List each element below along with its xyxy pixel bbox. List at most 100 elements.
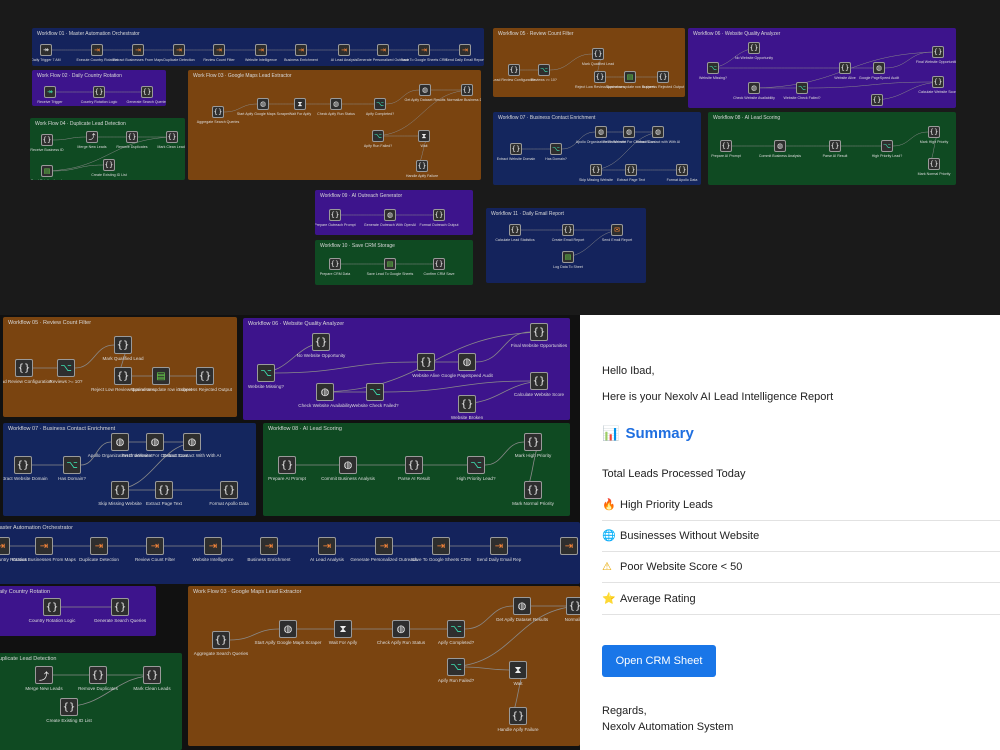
workflow-group[interactable]: Workflow 09 · AI Outreach Generator{} Pre… (315, 190, 473, 235)
workflow-group[interactable]: Workflow 07 · Business Contact Enrichmen… (3, 423, 256, 516)
globe-node-icon[interactable]: ◍ (748, 82, 760, 94)
code-node-icon[interactable]: {} (510, 143, 522, 155)
code-node-icon[interactable]: {} (278, 456, 296, 474)
code-node-icon[interactable]: {} (461, 84, 473, 96)
code-node-icon[interactable]: {} (509, 707, 527, 725)
code-node-icon[interactable]: {} (89, 666, 107, 684)
code-node-icon[interactable]: {} (562, 224, 574, 236)
wait-node-icon[interactable]: ⧗ (509, 661, 527, 679)
arrow-node-icon[interactable]: ⇥ (0, 537, 10, 555)
arrow-node-icon[interactable]: ⇥ (338, 44, 350, 56)
code-node-icon[interactable]: {} (93, 86, 105, 98)
branch-node-icon[interactable]: ⌥ (372, 130, 384, 142)
globe-node-icon[interactable]: ◍ (183, 433, 201, 451)
arrow-node-icon[interactable]: ⇥ (35, 537, 53, 555)
arrow-node-icon[interactable]: ⇥ (213, 44, 225, 56)
code-node-icon[interactable]: {} (312, 333, 330, 351)
workflow-group[interactable]: Workflow 06 · Website Quality Analyzer{}… (688, 28, 956, 108)
globe-node-icon[interactable]: ◍ (146, 433, 164, 451)
code-node-icon[interactable]: {} (329, 209, 341, 221)
globe-node-icon[interactable]: ◍ (330, 98, 342, 110)
arrow-node-icon[interactable]: ⇥ (260, 537, 278, 555)
arrow-node-icon[interactable]: ⇥ (204, 537, 222, 555)
globe-node-icon[interactable]: ◍ (652, 126, 664, 138)
arrow-node-icon[interactable]: ⇥ (91, 44, 103, 56)
code-node-icon[interactable]: {} (829, 140, 841, 152)
code-node-icon[interactable]: {} (220, 481, 238, 499)
arrow-node-icon[interactable]: ⇥ (418, 44, 430, 56)
globe-node-icon[interactable]: ◍ (774, 140, 786, 152)
code-node-icon[interactable]: {} (103, 159, 115, 171)
code-node-icon[interactable]: {} (15, 359, 33, 377)
workflow-group[interactable]: Workflow 05 · Review Count Filter{}Lead … (3, 317, 237, 417)
globe-node-icon[interactable]: ◍ (623, 126, 635, 138)
code-node-icon[interactable]: {} (720, 140, 732, 152)
code-node-icon[interactable]: {} (748, 42, 760, 54)
branch-node-icon[interactable]: ⌥ (57, 359, 75, 377)
code-node-icon[interactable]: {} (329, 258, 341, 270)
code-node-icon[interactable]: {} (417, 353, 435, 371)
code-node-icon[interactable]: {} (928, 158, 940, 170)
branch-node-icon[interactable]: ⌥ (366, 383, 384, 401)
branch-node-icon[interactable]: ⌥ (550, 143, 562, 155)
arrow-node-icon[interactable]: ⇥ (318, 537, 336, 555)
globe-node-icon[interactable]: ◍ (384, 209, 396, 221)
branch-node-icon[interactable]: ⌥ (374, 98, 386, 110)
globe-node-icon[interactable]: ◍ (316, 383, 334, 401)
workflow-group[interactable]: Workflow 05 · Review Count Filter{}Lead … (493, 28, 685, 97)
branch-node-icon[interactable]: ⌥ (538, 64, 550, 76)
doc-node-icon[interactable]: ▤ (384, 258, 396, 270)
code-node-icon[interactable]: {} (416, 160, 428, 172)
arrow-node-icon[interactable]: ⇥ (146, 537, 164, 555)
workflow-group[interactable]: Master Automation Orchestrator⇥Execute C… (0, 522, 580, 584)
globe-node-icon[interactable]: ◍ (111, 433, 129, 451)
branch-node-icon[interactable]: ⌥ (707, 62, 719, 74)
branch-node-icon[interactable]: ⌥ (447, 658, 465, 676)
code-node-icon[interactable]: {} (166, 131, 178, 143)
code-node-icon[interactable]: {} (212, 106, 224, 118)
wait-node-icon[interactable]: ⧗ (418, 130, 430, 142)
code-node-icon[interactable]: {} (433, 209, 445, 221)
arrow-node-icon[interactable]: ⇥ (173, 44, 185, 56)
arrow-node-icon[interactable]: ⇥ (295, 44, 307, 56)
code-node-icon[interactable]: {} (566, 597, 580, 615)
code-node-icon[interactable]: {} (928, 126, 940, 138)
code-node-icon[interactable]: {} (111, 481, 129, 499)
code-node-icon[interactable]: {} (433, 258, 445, 270)
code-node-icon[interactable]: {} (508, 64, 520, 76)
trig-node-icon[interactable]: ↠ (44, 86, 56, 98)
code-node-icon[interactable]: {} (657, 71, 669, 83)
code-node-icon[interactable]: {} (530, 372, 548, 390)
branch-node-icon[interactable]: ⌥ (447, 620, 465, 638)
globe-node-icon[interactable]: ◍ (392, 620, 410, 638)
workflow-group[interactable]: Daily Country Rotation{} Country Rotation… (0, 586, 156, 636)
code-node-icon[interactable]: {} (43, 598, 61, 616)
trig-node-icon[interactable]: ↠ (40, 44, 52, 56)
code-node-icon[interactable]: {} (871, 94, 883, 106)
arrow-node-icon[interactable]: ⇥ (560, 537, 578, 555)
code-node-icon[interactable]: {} (932, 46, 944, 58)
code-node-icon[interactable]: {} (592, 48, 604, 60)
workflow-group[interactable]: Workflow 08 · AI Lead Scoring{} Prepare A… (263, 423, 570, 516)
globe-node-icon[interactable]: ◍ (257, 98, 269, 110)
workflow-group[interactable]: Work Flow 04 · Duplicate Lead Detection{… (30, 118, 185, 180)
globe-node-icon[interactable]: ◍ (458, 353, 476, 371)
workflow-group[interactable]: Workflow 01 · Master Automation Orchestr… (32, 28, 484, 66)
code-node-icon[interactable]: {} (111, 598, 129, 616)
doc-node-icon[interactable]: ▤ (562, 251, 574, 263)
branch-node-icon[interactable]: ⌥ (467, 456, 485, 474)
wait-node-icon[interactable]: ⧗ (294, 98, 306, 110)
code-node-icon[interactable]: {} (590, 164, 602, 176)
code-node-icon[interactable]: {} (932, 76, 944, 88)
branch-node-icon[interactable]: ⌥ (63, 456, 81, 474)
code-node-icon[interactable]: {} (212, 631, 230, 649)
globe-node-icon[interactable]: ◍ (873, 62, 885, 74)
workflow-group[interactable]: Duplicate Lead Detection ⤴ Merge New Leads… (0, 653, 182, 750)
code-node-icon[interactable]: {} (458, 395, 476, 413)
arrow-node-icon[interactable]: ⇥ (132, 44, 144, 56)
workflow-canvas-zoomed[interactable]: Workflow 05 · Review Count Filter{}Lead … (0, 315, 580, 750)
globe-node-icon[interactable]: ◍ (513, 597, 531, 615)
code-node-icon[interactable]: {} (524, 433, 542, 451)
workflow-group[interactable]: Workflow 11 · Daily Email Report{} Calcul… (486, 208, 646, 283)
workflow-group[interactable]: Work Flow 02 · Daily Country Rotation ↠ Re… (32, 70, 166, 106)
